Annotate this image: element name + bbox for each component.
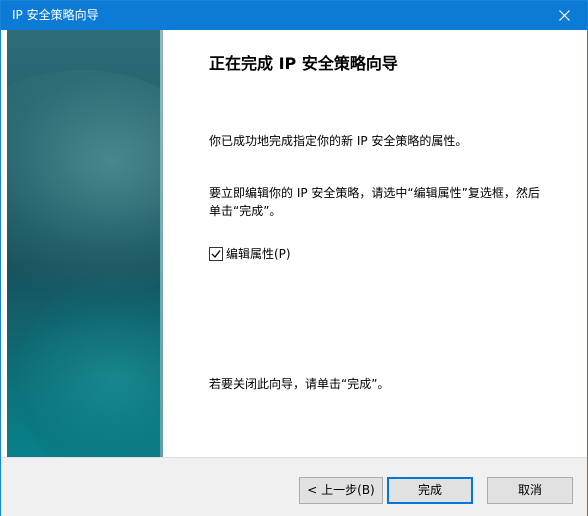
page-title: 正在完成 IP 安全策略向导	[209, 54, 398, 73]
wizard-content: 正在完成 IP 安全策略向导 你已成功地完成指定你的新 IP 安全策略的属性。 …	[1, 30, 587, 457]
cancel-button[interactable]: 取消	[487, 477, 573, 504]
checkbox-label[interactable]: 编辑属性(P)	[226, 246, 291, 262]
back-button[interactable]: < 上一步(B)	[299, 477, 383, 504]
finish-button[interactable]: 完成	[387, 477, 473, 504]
button-bar: < 上一步(B) 完成 取消	[1, 457, 587, 516]
banner-swirl	[17, 270, 163, 457]
edit-instruction-text: 要立即编辑你的 IP 安全策略，请选中“编辑属性”复选框，然后单击“完成”。	[209, 186, 540, 218]
wizard-dialog: IP 安全策略向导 正在完成 IP 安全策略向导 你已成功地完成指定你的新 IP…	[0, 0, 588, 516]
checkbox-box[interactable]	[209, 247, 223, 261]
banner-edge	[160, 30, 163, 457]
close-instruction-text: 若要关闭此向导，请单击“完成”。	[209, 377, 390, 391]
close-button[interactable]	[543, 1, 587, 30]
completed-text: 你已成功地完成指定你的新 IP 安全策略的属性。	[209, 134, 468, 148]
title-bar[interactable]: IP 安全策略向导	[1, 1, 587, 30]
wizard-banner-image	[7, 30, 163, 457]
banner-swirl	[7, 70, 163, 300]
window-title: IP 安全策略向导	[12, 8, 99, 22]
close-icon	[559, 10, 570, 21]
checkmark-icon	[211, 250, 221, 258]
